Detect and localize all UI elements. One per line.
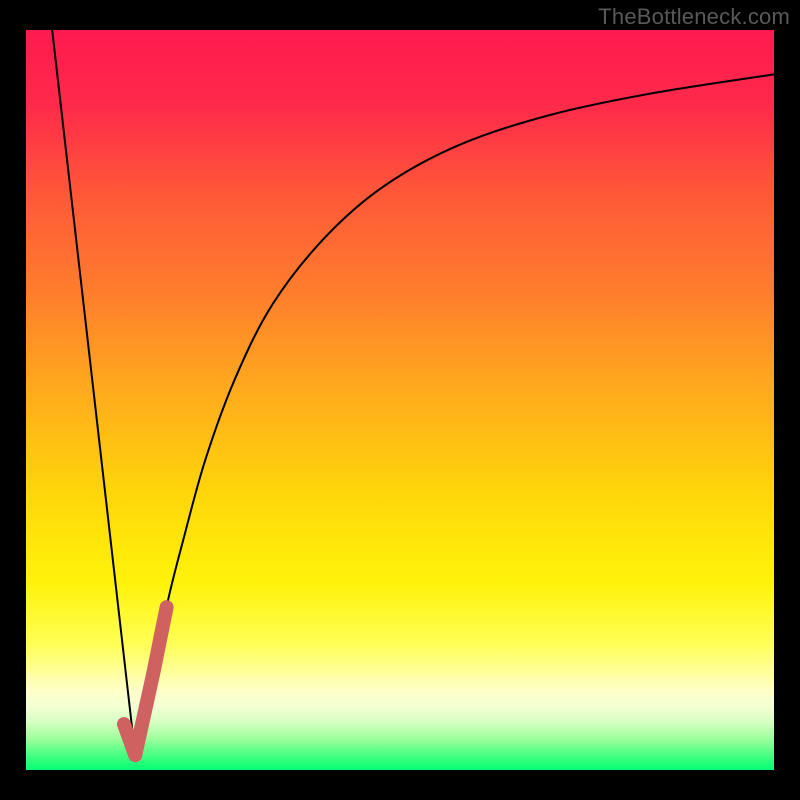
plot-area xyxy=(26,30,774,770)
curve-overlay xyxy=(26,30,774,770)
marker-j-shape xyxy=(124,607,167,755)
left-slope-curve xyxy=(52,30,135,755)
right-asymptote-curve xyxy=(135,74,774,755)
watermark-text: TheBottleneck.com xyxy=(598,4,790,30)
root-container: TheBottleneck.com xyxy=(0,0,800,800)
